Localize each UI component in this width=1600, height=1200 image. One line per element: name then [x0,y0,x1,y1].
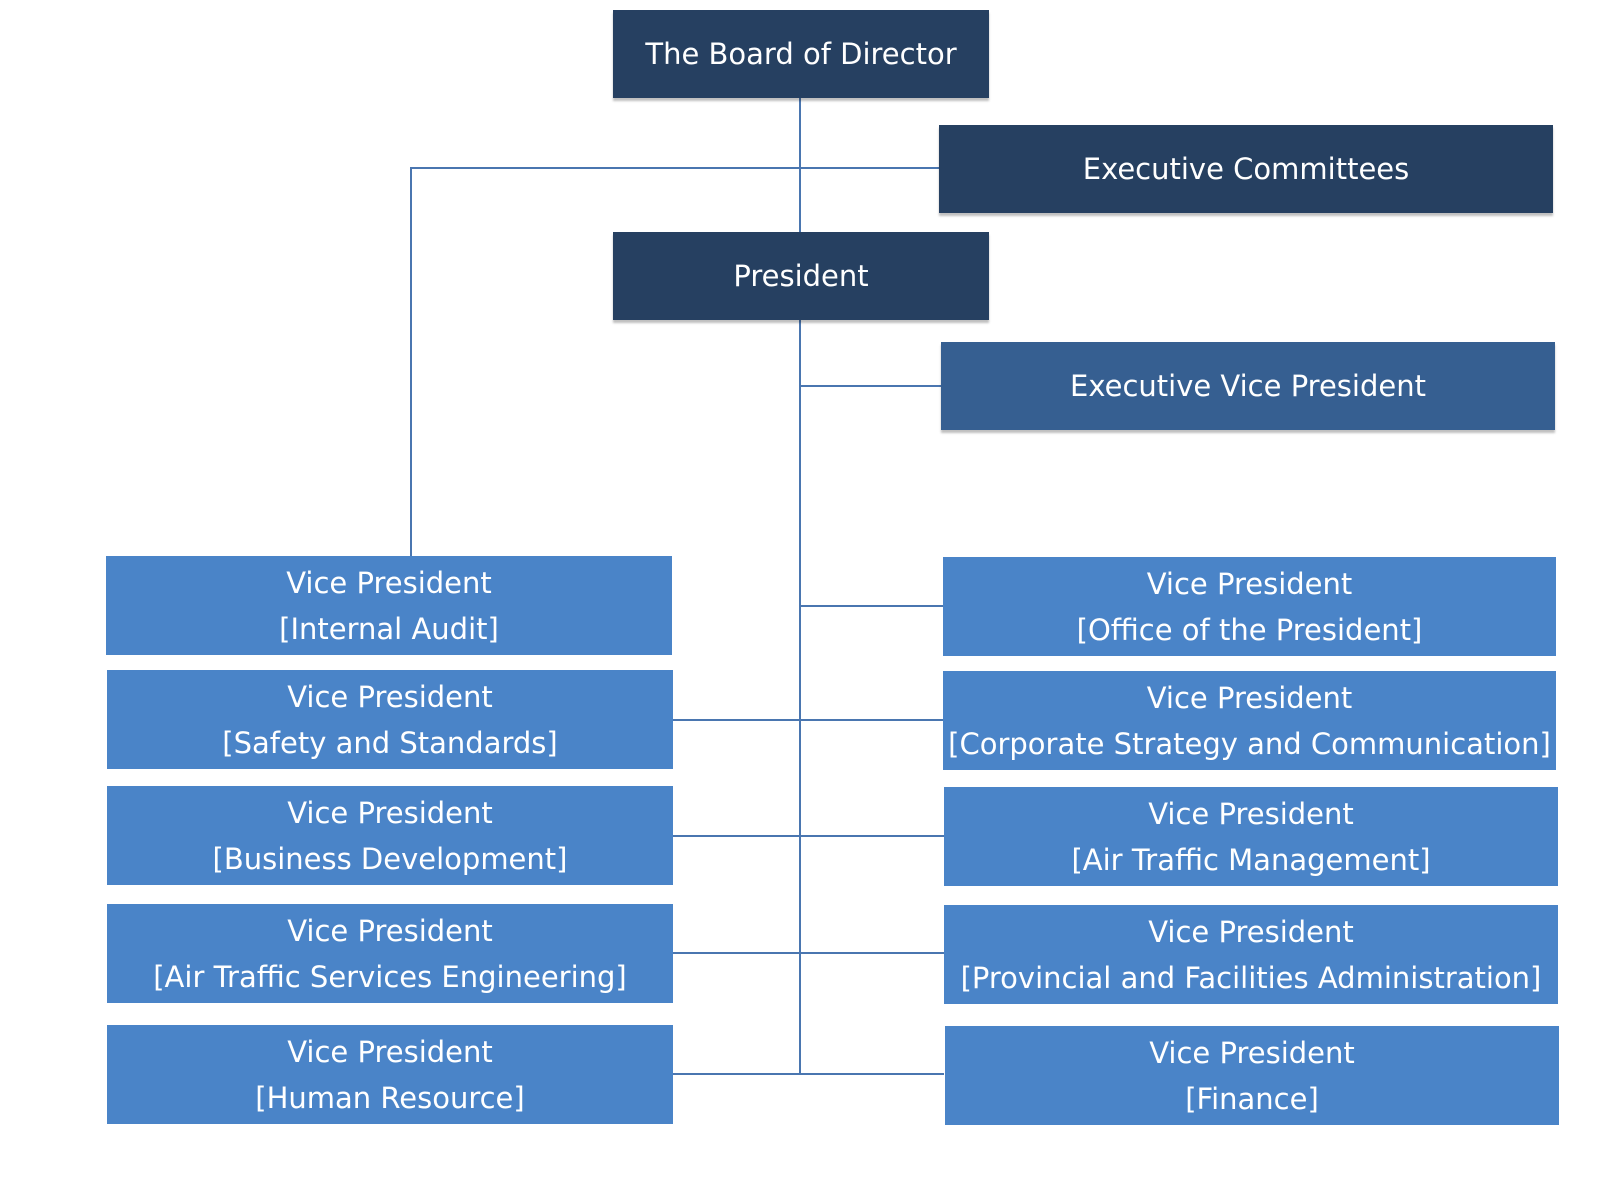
vp-internal-audit-box: Vice President [Internal Audit] [106,556,672,655]
vp-dept: [Office of the President] [1076,612,1423,647]
connector-row-3 [672,835,944,837]
connector-internal-audit [410,167,412,557]
executive-vice-president-box: Executive Vice President [941,342,1555,430]
vp-dept: [Human Resource] [255,1080,525,1115]
connector-president-trunk [799,320,801,1075]
vp-corporate-strategy-box: Vice President [Corporate Strategy and Co… [943,671,1556,770]
connector-board-president [799,98,801,232]
box-label: President [733,259,869,293]
connector-row-4 [672,952,944,954]
vp-office-president-box: Vice President [Office of the President] [943,557,1556,656]
org-chart: The Board of Director Executive Committe… [0,0,1600,1200]
vp-dept: [Business Development] [212,841,568,876]
vp-title: Vice President [287,679,493,714]
vp-dept: [Internal Audit] [279,611,499,646]
vp-finance-box: Vice President [Finance] [945,1026,1559,1125]
vp-air-traffic-management-box: Vice President [Air Traffic Management] [944,787,1558,886]
vp-business-development-box: Vice President [Business Development] [107,786,673,885]
vp-title: Vice President [286,565,492,600]
board-of-director-box: The Board of Director [613,10,989,98]
box-label: Executive Committees [1082,152,1410,186]
connector-committees [411,167,941,169]
connector-row-5 [672,1073,944,1075]
vp-title: Vice President [287,1034,493,1069]
connector-row-2 [672,719,944,721]
vp-dept: [Provincial and Facilities Administratio… [960,960,1542,995]
vp-provincial-facilities-box: Vice President [Provincial and Facilities… [944,905,1558,1004]
connector-right-1 [800,605,944,607]
president-box: President [613,232,989,320]
vp-title: Vice President [1148,914,1354,949]
connector-evp [800,385,942,387]
executive-committees-box: Executive Committees [939,125,1553,213]
vp-title: Vice President [287,913,493,948]
box-label: Executive Vice President [1070,369,1426,403]
vp-dept: [Air Traffic Services Engineering] [153,959,627,994]
box-label: The Board of Director [645,37,957,71]
vp-title: Vice President [1146,680,1353,715]
vp-ats-engineering-box: Vice President [Air Traffic Services Engi… [107,904,673,1003]
vp-title: Vice President [1146,566,1353,601]
vp-title: Vice President [1149,1035,1355,1070]
vp-dept: [Safety and Standards] [222,725,558,760]
vp-safety-standards-box: Vice President [Safety and Standards] [107,670,673,769]
vp-human-resource-box: Vice President [Human Resource] [107,1025,673,1124]
vp-dept: [Air Traffic Management] [1071,842,1431,877]
vp-title: Vice President [1148,796,1354,831]
vp-dept: [Finance] [1185,1081,1319,1116]
vp-title: Vice President [287,795,493,830]
vp-dept: [Corporate Strategy and Communication] [948,726,1551,761]
